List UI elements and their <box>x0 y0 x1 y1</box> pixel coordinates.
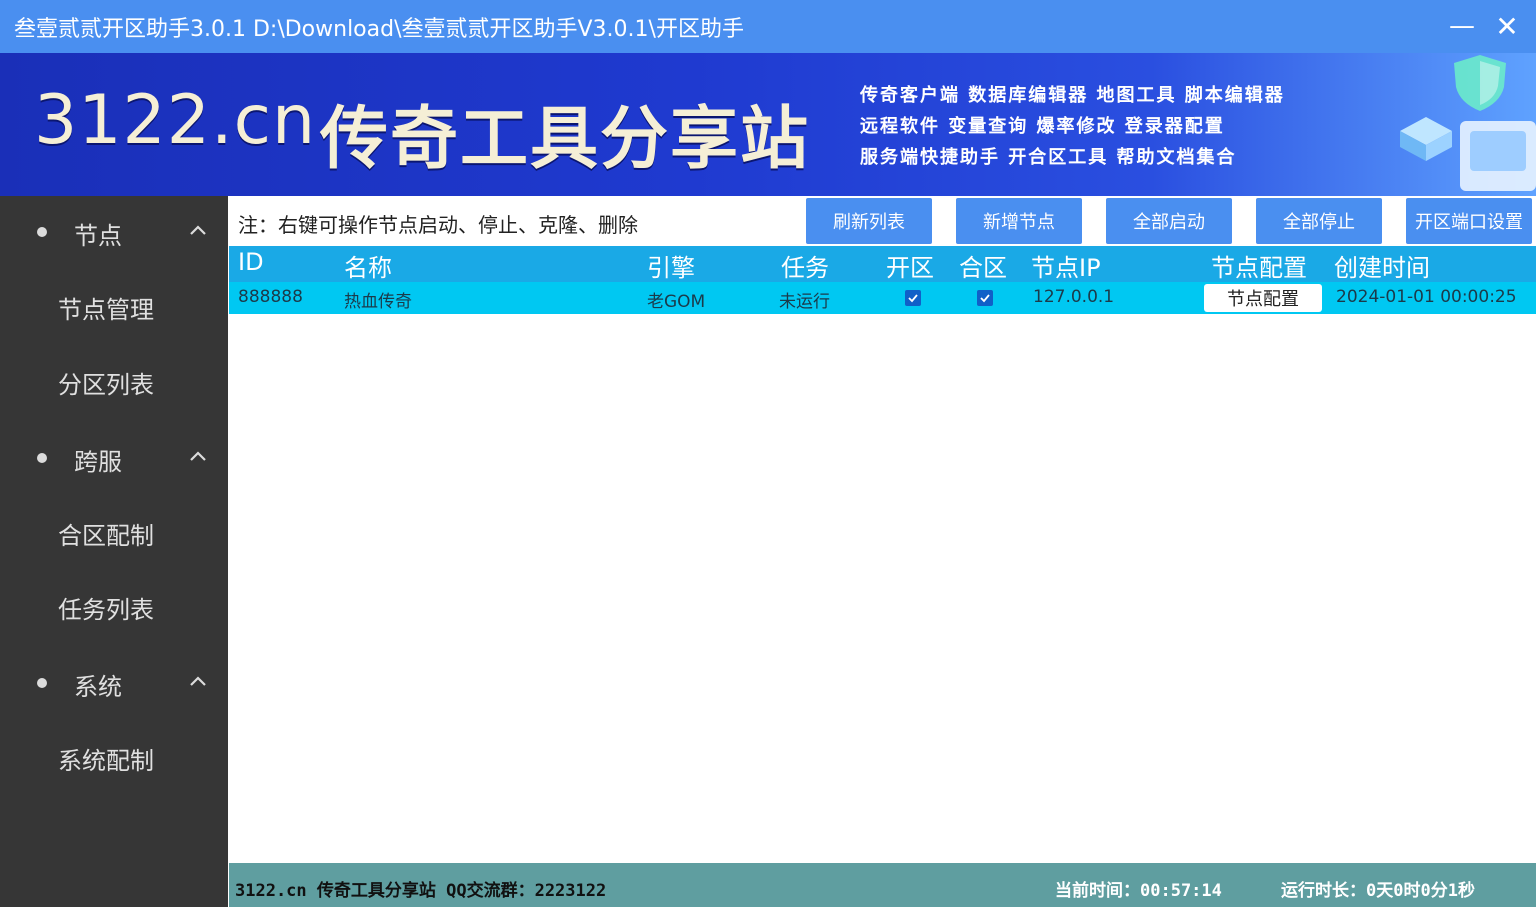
sidebar-group-cross-server[interactable]: 跨服 <box>0 422 228 492</box>
banner-site: 3122.cn <box>34 81 317 160</box>
status-current-time: 当前时间：00:57:14 <box>1055 881 1222 901</box>
status-bar: 3122.cn 传奇工具分享站 QQ交流群：2223122 当前时间：00:57… <box>229 863 1536 907</box>
banner: 3122.cn 传奇工具分享站 传奇客户端 数据库编辑器 地图工具 脚本编辑器 … <box>0 53 1536 196</box>
column-header-id: ID <box>238 248 264 276</box>
check-icon <box>908 294 918 303</box>
stop-all-button[interactable]: 全部停止 <box>1256 198 1382 244</box>
start-all-button[interactable]: 全部启动 <box>1106 198 1232 244</box>
sidebar-item-label: 合区配制 <box>58 522 154 550</box>
sidebar-item-system-config[interactable]: 系统配制 <box>0 729 228 789</box>
sidebar-item-label: 系统配制 <box>58 747 154 775</box>
cell-task: 未运行 <box>779 292 830 312</box>
banner-brand: 传奇工具分享站 <box>320 100 811 179</box>
table-row[interactable]: 888888 热血传奇 老GOM 未运行 127.0.0.1 节点配置 2024… <box>229 282 1536 314</box>
sidebar-item-label: 节点管理 <box>58 296 154 324</box>
banner-feature-line: 远程软件 变量查询 爆率修改 登录器配置 <box>860 116 1225 137</box>
cell-id: 888888 <box>238 287 303 307</box>
sidebar-item-merge-config[interactable]: 合区配制 <box>0 504 228 564</box>
cell-created: 2024-01-01 00:00:25 <box>1336 287 1517 307</box>
column-header-name: 名称 <box>344 254 392 282</box>
sidebar-group-label: 系统 <box>74 673 122 701</box>
hint-text: 注：右键可操作节点启动、停止、克隆、删除 <box>238 213 638 237</box>
sidebar-item-task-list[interactable]: 任务列表 <box>0 578 228 638</box>
sidebar-item-node-management[interactable]: 节点管理 <box>0 278 228 338</box>
sidebar: 节点 节点管理 分区列表 跨服 合区配制 任务列表 系统 系统配制 <box>0 196 228 907</box>
cell-engine: 老GOM <box>647 292 706 312</box>
merge-checkbox[interactable] <box>977 290 993 306</box>
status-uptime: 运行时长：0天0时0分1秒 <box>1281 881 1475 901</box>
status-site-info: 3122.cn 传奇工具分享站 QQ交流群：2223122 <box>235 881 607 901</box>
add-node-button[interactable]: 新增节点 <box>956 198 1082 244</box>
toolbar: 注：右键可操作节点启动、停止、克隆、删除 刷新列表 新增节点 全部启动 全部停止… <box>228 196 1536 246</box>
window-title: 叁壹贰贰开区助手3.0.1 D:\Download\叁壹贰贰开区助手V3.0.1… <box>14 16 744 42</box>
column-header-engine: 引擎 <box>647 254 695 282</box>
chevron-up-icon <box>190 451 206 461</box>
column-header-merge: 合区 <box>959 254 1007 282</box>
column-header-config: 节点配置 <box>1211 254 1307 282</box>
server-illustration-icon <box>1400 117 1536 191</box>
sidebar-item-label: 任务列表 <box>58 596 154 624</box>
sidebar-group-node[interactable]: 节点 <box>0 196 228 266</box>
sidebar-group-label: 节点 <box>74 222 122 250</box>
minimize-button[interactable]: — <box>1442 8 1482 44</box>
minimize-icon: — <box>1449 11 1475 41</box>
port-settings-button[interactable]: 开区端口设置 <box>1406 198 1532 244</box>
column-header-task: 任务 <box>781 254 829 282</box>
banner-feature-line: 服务端快捷助手 开合区工具 帮助文档集合 <box>860 147 1237 168</box>
chevron-up-icon <box>190 225 206 235</box>
column-header-created: 创建时间 <box>1334 254 1430 282</box>
bullet-icon <box>37 227 47 237</box>
column-header-ip: 节点IP <box>1031 254 1101 282</box>
column-header-open: 开区 <box>886 254 934 282</box>
banner-feature-line: 传奇客户端 数据库编辑器 地图工具 脚本编辑器 <box>860 85 1285 106</box>
check-icon <box>980 294 990 303</box>
title-bar: 叁壹贰贰开区助手3.0.1 D:\Download\叁壹贰贰开区助手V3.0.1… <box>0 0 1536 53</box>
chevron-up-icon <box>190 676 206 686</box>
sidebar-group-label: 跨服 <box>74 448 122 476</box>
bullet-icon <box>37 678 47 688</box>
node-config-button[interactable]: 节点配置 <box>1204 284 1322 312</box>
sidebar-group-system[interactable]: 系统 <box>0 647 228 717</box>
close-button[interactable]: ✕ <box>1487 8 1527 44</box>
close-icon: ✕ <box>1495 9 1519 43</box>
table-header: ID 名称 引擎 任务 开区 合区 节点IP 节点配置 创建时间 <box>229 246 1536 282</box>
open-checkbox[interactable] <box>905 290 921 306</box>
cell-name: 热血传奇 <box>344 292 412 312</box>
bullet-icon <box>37 453 47 463</box>
cell-ip: 127.0.0.1 <box>1033 287 1115 307</box>
sidebar-item-zone-list[interactable]: 分区列表 <box>0 353 228 413</box>
banner-features: 传奇客户端 数据库编辑器 地图工具 脚本编辑器 远程软件 变量查询 爆率修改 登… <box>860 83 1285 176</box>
refresh-list-button[interactable]: 刷新列表 <box>806 198 932 244</box>
sidebar-item-label: 分区列表 <box>58 371 154 399</box>
